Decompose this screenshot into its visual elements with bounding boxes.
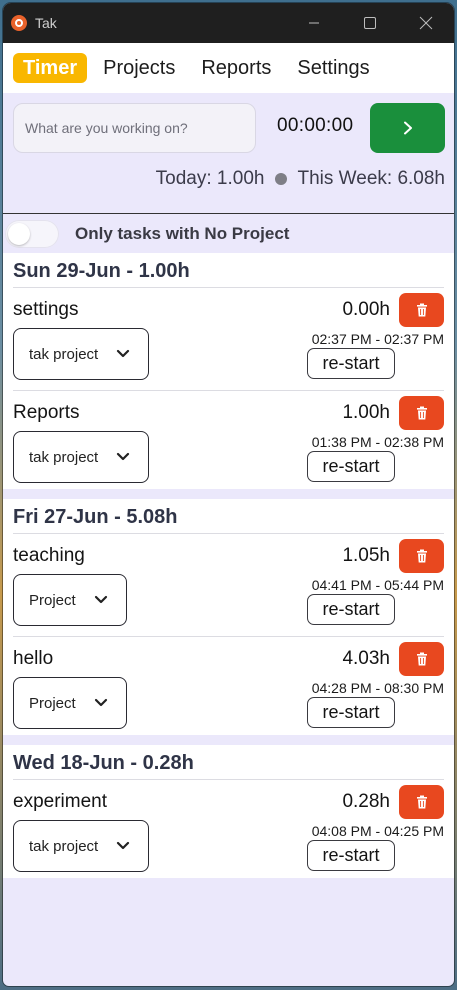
- project-select-value: Project: [29, 694, 76, 712]
- main-nav: Timer Projects Reports Settings: [3, 43, 454, 93]
- delete-task-button[interactable]: [399, 785, 444, 819]
- restart-task-button[interactable]: re-start: [307, 840, 395, 871]
- tak-app-icon: [11, 15, 27, 31]
- time-summary: Today: 1.00h This Week: 6.08h: [156, 168, 445, 190]
- chevron-down-icon: [116, 841, 130, 851]
- project-select[interactable]: tak project: [13, 328, 150, 380]
- project-select-value: tak project: [29, 837, 99, 855]
- delete-task-button[interactable]: [399, 396, 444, 430]
- project-select[interactable]: Project: [13, 574, 127, 626]
- task-entry: settings tak project 0.00h 02:37 PM - 02…: [13, 288, 444, 391]
- project-filter-row: Only tasks with No Project: [3, 213, 454, 253]
- nav-projects[interactable]: Projects: [93, 53, 185, 83]
- project-select-value: tak project: [29, 448, 99, 466]
- project-select[interactable]: Project: [13, 677, 127, 729]
- chevron-down-icon: [94, 595, 108, 605]
- nav-timer[interactable]: Timer: [13, 53, 88, 83]
- task-entry: Reports tak project 1.00h 01:38 PM - 02:…: [13, 391, 444, 489]
- task-duration: 0.00h: [342, 299, 390, 320]
- day-list: Sun 29-Jun - 1.00h settings tak project …: [3, 253, 454, 878]
- task-time-range: 04:28 PM - 08:30 PM: [311, 680, 444, 696]
- day-header: Fri 27-Jun - 5.08h: [13, 499, 444, 534]
- task-entry: hello Project 4.03h 04:28 PM - 08:30 PM …: [13, 637, 444, 735]
- trash-icon: [416, 795, 427, 809]
- restart-task-button[interactable]: re-start: [307, 697, 395, 728]
- timer-display: 00:00:00: [277, 115, 354, 136]
- week-total: This Week: 6.08h: [297, 168, 445, 189]
- nav-reports[interactable]: Reports: [191, 53, 281, 83]
- window-title: Tak: [35, 15, 57, 31]
- task-entry: teaching Project 1.05h 04:41 PM - 05:44 …: [13, 534, 444, 637]
- task-name: Reports: [13, 402, 80, 423]
- task-entry: experiment tak project 0.28h 04:08 PM - …: [13, 780, 444, 878]
- task-description-input[interactable]: What are you working on?: [13, 103, 256, 153]
- task-duration: 0.28h: [342, 791, 390, 812]
- restart-task-button[interactable]: re-start: [307, 594, 395, 625]
- restart-task-button[interactable]: re-start: [307, 451, 395, 482]
- chevron-down-icon: [116, 349, 130, 359]
- project-select-value: Project: [29, 591, 76, 609]
- project-select[interactable]: tak project: [13, 431, 150, 483]
- day-group: Fri 27-Jun - 5.08h teaching Project 1.05…: [3, 499, 454, 735]
- delete-task-button[interactable]: [399, 539, 444, 573]
- close-icon: [419, 16, 433, 30]
- task-time-range: 01:38 PM - 02:38 PM: [311, 434, 444, 450]
- restart-task-button[interactable]: re-start: [307, 348, 395, 379]
- task-time-range: 04:41 PM - 05:44 PM: [311, 577, 444, 593]
- day-header: Wed 18-Jun - 0.28h: [13, 745, 444, 780]
- task-list: settings tak project 0.00h 02:37 PM - 02…: [13, 288, 444, 489]
- project-select-value: tak project: [29, 345, 99, 363]
- toggle-knob: [8, 222, 30, 245]
- task-duration: 1.05h: [342, 545, 390, 566]
- day-group: Wed 18-Jun - 0.28h experiment tak projec…: [3, 745, 454, 878]
- trash-icon: [416, 652, 427, 666]
- day-header: Sun 29-Jun - 1.00h: [13, 253, 444, 288]
- task-duration: 4.03h: [342, 648, 390, 669]
- separator-dot: [275, 173, 288, 185]
- task-name: teaching: [13, 545, 85, 566]
- minimize-icon: [309, 22, 319, 24]
- app-window: Tak Timer Projects Reports Settings What…: [3, 3, 454, 986]
- task-name: experiment: [13, 791, 107, 812]
- task-name: settings: [13, 299, 79, 320]
- today-total: Today: 1.00h: [155, 168, 265, 189]
- delete-task-button[interactable]: [399, 293, 444, 327]
- no-project-filter-label: Only tasks with No Project: [75, 223, 290, 243]
- task-duration: 1.00h: [342, 402, 390, 423]
- project-select[interactable]: tak project: [13, 820, 150, 872]
- task-list: teaching Project 1.05h 04:41 PM - 05:44 …: [13, 534, 444, 735]
- nav-settings[interactable]: Settings: [287, 53, 379, 83]
- chevron-down-icon: [94, 698, 108, 708]
- task-list: experiment tak project 0.28h 04:08 PM - …: [13, 780, 444, 878]
- close-button[interactable]: [398, 3, 454, 43]
- maximize-button[interactable]: [342, 3, 398, 43]
- task-time-range: 02:37 PM - 02:37 PM: [311, 331, 444, 347]
- time-entry-bar: What are you working on? 00:00:00 Today:…: [3, 93, 454, 213]
- play-icon: [403, 121, 412, 135]
- task-name: hello: [13, 648, 54, 669]
- chevron-down-icon: [116, 452, 130, 462]
- no-project-toggle[interactable]: [5, 219, 59, 248]
- maximize-icon: [364, 17, 376, 29]
- task-time-range: 04:08 PM - 04:25 PM: [311, 823, 444, 839]
- title-bar: Tak: [3, 3, 454, 43]
- day-group: Sun 29-Jun - 1.00h settings tak project …: [3, 253, 454, 489]
- start-timer-button[interactable]: [370, 103, 445, 153]
- minimize-button[interactable]: [286, 3, 342, 43]
- trash-icon: [416, 549, 427, 563]
- trash-icon: [416, 406, 427, 420]
- trash-icon: [416, 303, 427, 317]
- delete-task-button[interactable]: [399, 642, 444, 676]
- window-controls: [286, 3, 454, 43]
